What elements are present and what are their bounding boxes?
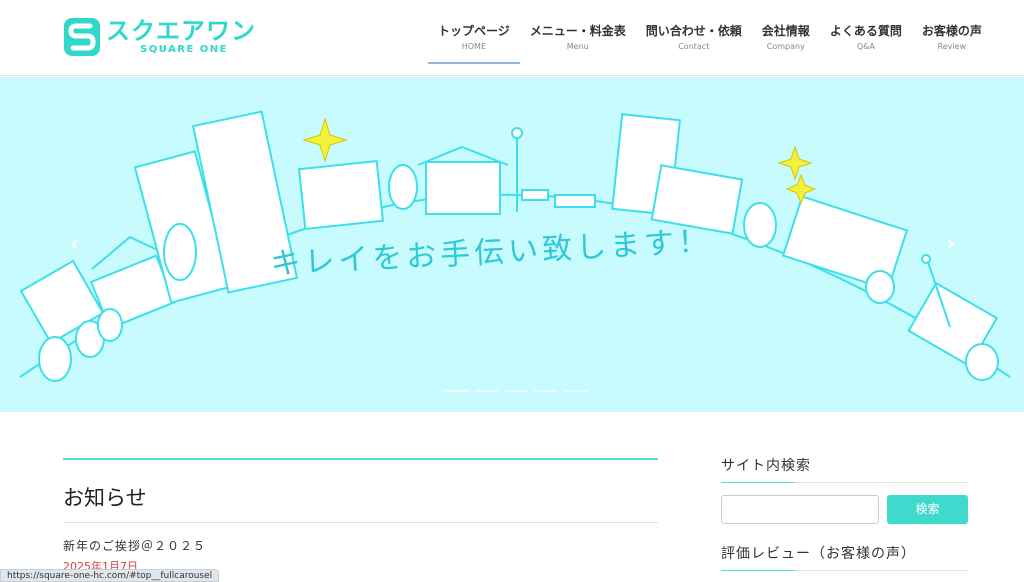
sidebar: サイト内検索 検索 評価レビュー（お客様の声）	[721, 455, 968, 571]
carousel-indicator[interactable]	[534, 390, 558, 392]
main-nav: トップページ HOME メニュー・料金表 Menu 問い合わせ・依頼 Conta…	[428, 0, 992, 76]
nav-sublabel: Q&A	[856, 42, 875, 51]
search-button[interactable]: 検索	[887, 495, 968, 524]
nav-item-company[interactable]: 会社情報 Company	[752, 0, 820, 64]
post-title-link[interactable]: 新年のご挨拶＠２０２５	[63, 537, 658, 554]
nav-label: トップページ	[438, 24, 510, 38]
divider	[63, 522, 658, 523]
nav-sublabel: Review	[937, 42, 967, 51]
nav-label: 会社情報	[761, 24, 810, 38]
reviews-widget-title: 評価レビュー（お客様の声）	[721, 546, 916, 562]
nav-label: よくある質問	[829, 24, 902, 38]
nav-item-home[interactable]: トップページ HOME	[428, 0, 520, 64]
widget-divider	[721, 570, 968, 571]
browser-status-url: https://square-one-hc.com/#top__fullcaro…	[0, 569, 220, 582]
nav-label: メニュー・料金表	[529, 24, 626, 38]
carousel-indicator[interactable]	[474, 390, 498, 392]
nav-item-menu[interactable]: メニュー・料金表 Menu	[520, 0, 636, 64]
search-widget-title: サイト内検索	[721, 458, 811, 474]
carousel-indicators	[444, 390, 588, 392]
carousel-prev-icon[interactable]: ‹	[70, 232, 79, 257]
logo-text: スクエアワン	[106, 17, 256, 45]
nav-sublabel: Menu	[566, 42, 589, 51]
site-logo[interactable]: スクエアワン SQUARE ONE	[62, 16, 262, 58]
nav-item-contact[interactable]: 問い合わせ・依頼 Contact	[636, 0, 752, 64]
hero-carousel[interactable]: キレイをお手伝い致します！ ‹ ›	[0, 77, 1024, 412]
widget-divider	[721, 482, 968, 483]
news-section: お知らせ 新年のご挨拶＠２０２５ 2025年1月7日	[63, 458, 658, 574]
site-header: スクエアワン SQUARE ONE トップページ HOME メニュー・料金表 M…	[0, 0, 1024, 76]
carousel-indicator[interactable]	[444, 390, 468, 392]
logo-mark-icon	[64, 18, 100, 56]
nav-sublabel: HOME	[461, 42, 487, 51]
section-divider	[63, 458, 658, 460]
search-form: 検索	[721, 495, 968, 524]
nav-item-review[interactable]: お客様の声 Review	[912, 0, 992, 64]
nav-sublabel: Company	[766, 42, 805, 51]
search-input[interactable]	[721, 495, 879, 524]
nav-label: 問い合わせ・依頼	[645, 24, 742, 38]
nav-label: お客様の声	[921, 24, 982, 38]
carousel-indicator[interactable]	[504, 390, 528, 392]
carousel-indicator[interactable]	[564, 390, 588, 392]
carousel-next-icon[interactable]: ›	[946, 232, 955, 257]
logo-subtext: SQUARE ONE	[140, 44, 228, 55]
nav-item-qa[interactable]: よくある質問 Q&A	[820, 0, 912, 64]
section-title: お知らせ	[63, 486, 147, 510]
nav-sublabel: Contact	[678, 42, 710, 51]
